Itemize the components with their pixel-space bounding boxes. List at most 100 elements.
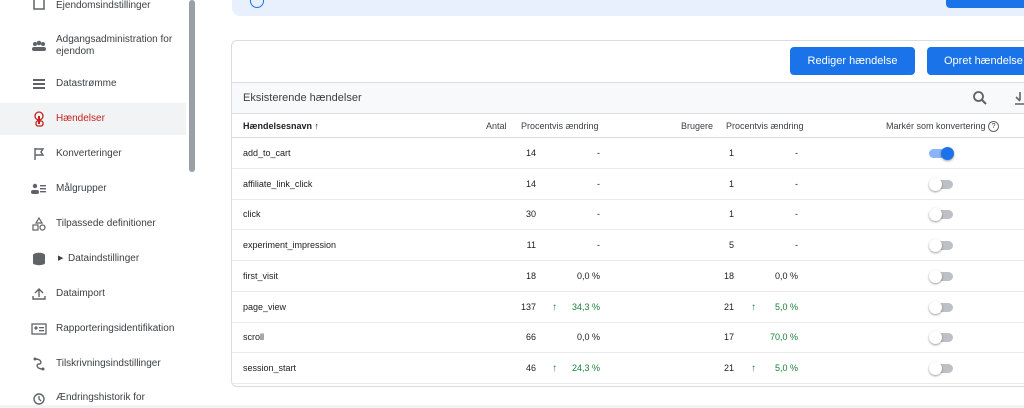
history-icon: [30, 390, 48, 408]
sidebar-item-attribution-settings[interactable]: Tilskrivningsindstillinger: [0, 350, 186, 378]
column-header-conversion[interactable]: Markér som konvertering ?: [886, 121, 1000, 133]
sidebar-item-conversions[interactable]: Konverteringer: [0, 140, 186, 168]
conversion-toggle[interactable]: [929, 269, 955, 283]
user-count: 21: [723, 362, 734, 373]
banner-button[interactable]: [946, 0, 1024, 8]
table-row[interactable]: experiment_impression 11 - 5 -: [232, 230, 1024, 262]
users-change: -: [795, 148, 798, 158]
table-row[interactable]: page_view 137 ↑ 34,3 % 21 ↑ 5,0 %: [232, 292, 1024, 323]
count-change: 0,0 %: [576, 332, 600, 343]
table-row[interactable]: click 30 - 1 -: [232, 199, 1024, 231]
column-header-users-change[interactable]: Procentvis ændring: [726, 121, 804, 131]
event-count: 14: [525, 148, 536, 158]
event-count: 18: [525, 270, 536, 281]
table-row[interactable]: first_visit 18 0,0 % 18 0,0 %: [232, 261, 1024, 292]
conversion-toggle[interactable]: [929, 208, 955, 222]
search-icon[interactable]: [972, 90, 988, 111]
event-name: affiliate_link_click: [243, 178, 313, 189]
sidebar-item-label: Tilskrivningsindstillinger: [56, 358, 161, 369]
sidebar-item-label: Dataindstillinger: [68, 253, 140, 264]
table-row[interactable]: add_to_cart 14 - 1 -: [232, 138, 1024, 169]
event-count: 46: [525, 362, 536, 373]
user-count: 1: [728, 178, 734, 189]
sidebar-item-label: Konverteringer: [56, 148, 122, 159]
sidebar-item-change-history[interactable]: Ændringshistorik for: [0, 385, 186, 405]
sidebar-item-label: Datastrømme: [56, 78, 117, 89]
touch-icon: [30, 110, 48, 128]
sidebar-item-custom-definitions[interactable]: Tilpassede definitioner: [0, 210, 186, 238]
count-change: -: [597, 148, 600, 158]
sidebar-item-datastreams[interactable]: Datastrømme: [0, 70, 186, 98]
event-count: 66: [525, 332, 536, 343]
toggle-knob: [929, 300, 942, 314]
table-row[interactable]: affiliate_link_click 14 - 1 -: [232, 169, 1024, 200]
event-name: first_visit: [243, 270, 279, 281]
event-count: 137: [520, 301, 536, 312]
table-row[interactable]: scroll 66 0,0 % 17 70,0 %: [232, 322, 1024, 354]
property-settings-icon: [30, 0, 48, 12]
sidebar-item-property-settings[interactable]: Ejendomsindstillinger: [0, 0, 186, 14]
expand-triangle-icon[interactable]: ▶: [58, 254, 63, 262]
sidebar-item-label: Ændringshistorik for: [56, 392, 145, 403]
event-count: 11: [526, 240, 536, 251]
sidebar-item-label: Rapporteringsidentifikation: [56, 323, 175, 334]
sidebar-item-label: Tilpassede definitioner: [56, 218, 156, 229]
toggle-knob: [929, 331, 942, 345]
count-change: 0,0 %: [576, 270, 600, 281]
count-change: -: [597, 240, 600, 251]
user-count: 17: [723, 332, 734, 343]
column-header-count-change[interactable]: Procentvis ændring: [521, 121, 599, 131]
users-change: 0,0 %: [774, 270, 798, 281]
database-icon: [30, 250, 48, 268]
people-icon: [30, 37, 48, 55]
users-change: -: [795, 240, 798, 251]
table-row[interactable]: session_start 46 ↑ 24,3 % 21 ↑ 5,0 %: [232, 353, 1024, 384]
count-change: -: [597, 209, 600, 220]
column-header-count[interactable]: Antal: [486, 121, 507, 131]
sidebar-item-label: Dataimport: [56, 288, 105, 299]
toggle-knob: [941, 147, 954, 160]
sidebar-item-events[interactable]: Hændelser: [0, 103, 186, 135]
column-header-users[interactable]: Brugere: [681, 121, 713, 131]
streams-icon: [30, 75, 48, 93]
conversion-toggle[interactable]: [929, 300, 955, 314]
conversion-toggle[interactable]: [929, 147, 955, 160]
event-name: scroll: [243, 332, 265, 343]
sidebar-item-reporting-identity[interactable]: Rapporteringsidentifikation: [0, 315, 186, 343]
users-change: 5,0 %: [774, 301, 798, 312]
users-change: -: [795, 178, 798, 189]
sidebar-scrollbar[interactable]: [186, 0, 198, 405]
conversion-toggle[interactable]: [929, 331, 955, 345]
user-count: 1: [728, 148, 734, 158]
conversion-toggle[interactable]: [929, 239, 955, 253]
shapes-icon: [30, 215, 48, 233]
sidebar-item-access-management[interactable]: Adgangsadministration for ejendom: [0, 32, 186, 60]
sidebar-item-data-import[interactable]: Dataimport: [0, 280, 186, 308]
count-change: 24,3 %: [571, 362, 600, 373]
users-change: -: [795, 209, 798, 220]
conversion-toggle[interactable]: [929, 361, 955, 375]
table-title: Eksisterende hændelser: [243, 92, 362, 104]
info-icon: [250, 0, 264, 8]
user-count: 1: [728, 209, 734, 220]
info-banner: [232, 0, 1024, 16]
toggle-knob: [929, 177, 942, 191]
help-icon[interactable]: ?: [988, 121, 1000, 133]
scrollbar-thumb[interactable]: [189, 0, 195, 172]
event-name: add_to_cart: [243, 148, 291, 158]
audience-icon: [30, 180, 48, 198]
sidebar-item-label: Adgangsadministration for ejendom: [56, 34, 173, 57]
edit-event-button[interactable]: Rediger hændelse: [790, 47, 915, 75]
toggle-knob: [929, 239, 942, 253]
conversion-toggle[interactable]: [929, 177, 955, 191]
toggle-knob: [929, 208, 942, 222]
user-count: 5: [728, 240, 734, 251]
sidebar-item-data-settings[interactable]: ▶ Dataindstillinger: [0, 245, 186, 273]
sidebar-item-audiences[interactable]: Målgrupper: [0, 175, 186, 203]
event-count: 14: [525, 178, 536, 189]
column-header-name[interactable]: Hændelsesnavn ↑: [243, 121, 319, 131]
create-event-button[interactable]: Opret hændelse: [927, 47, 1024, 75]
users-change: 5,0 %: [774, 362, 798, 373]
download-icon[interactable]: [1014, 90, 1024, 111]
sidebar: Ejendomsindstillinger Adgangsadministrat…: [0, 0, 186, 405]
